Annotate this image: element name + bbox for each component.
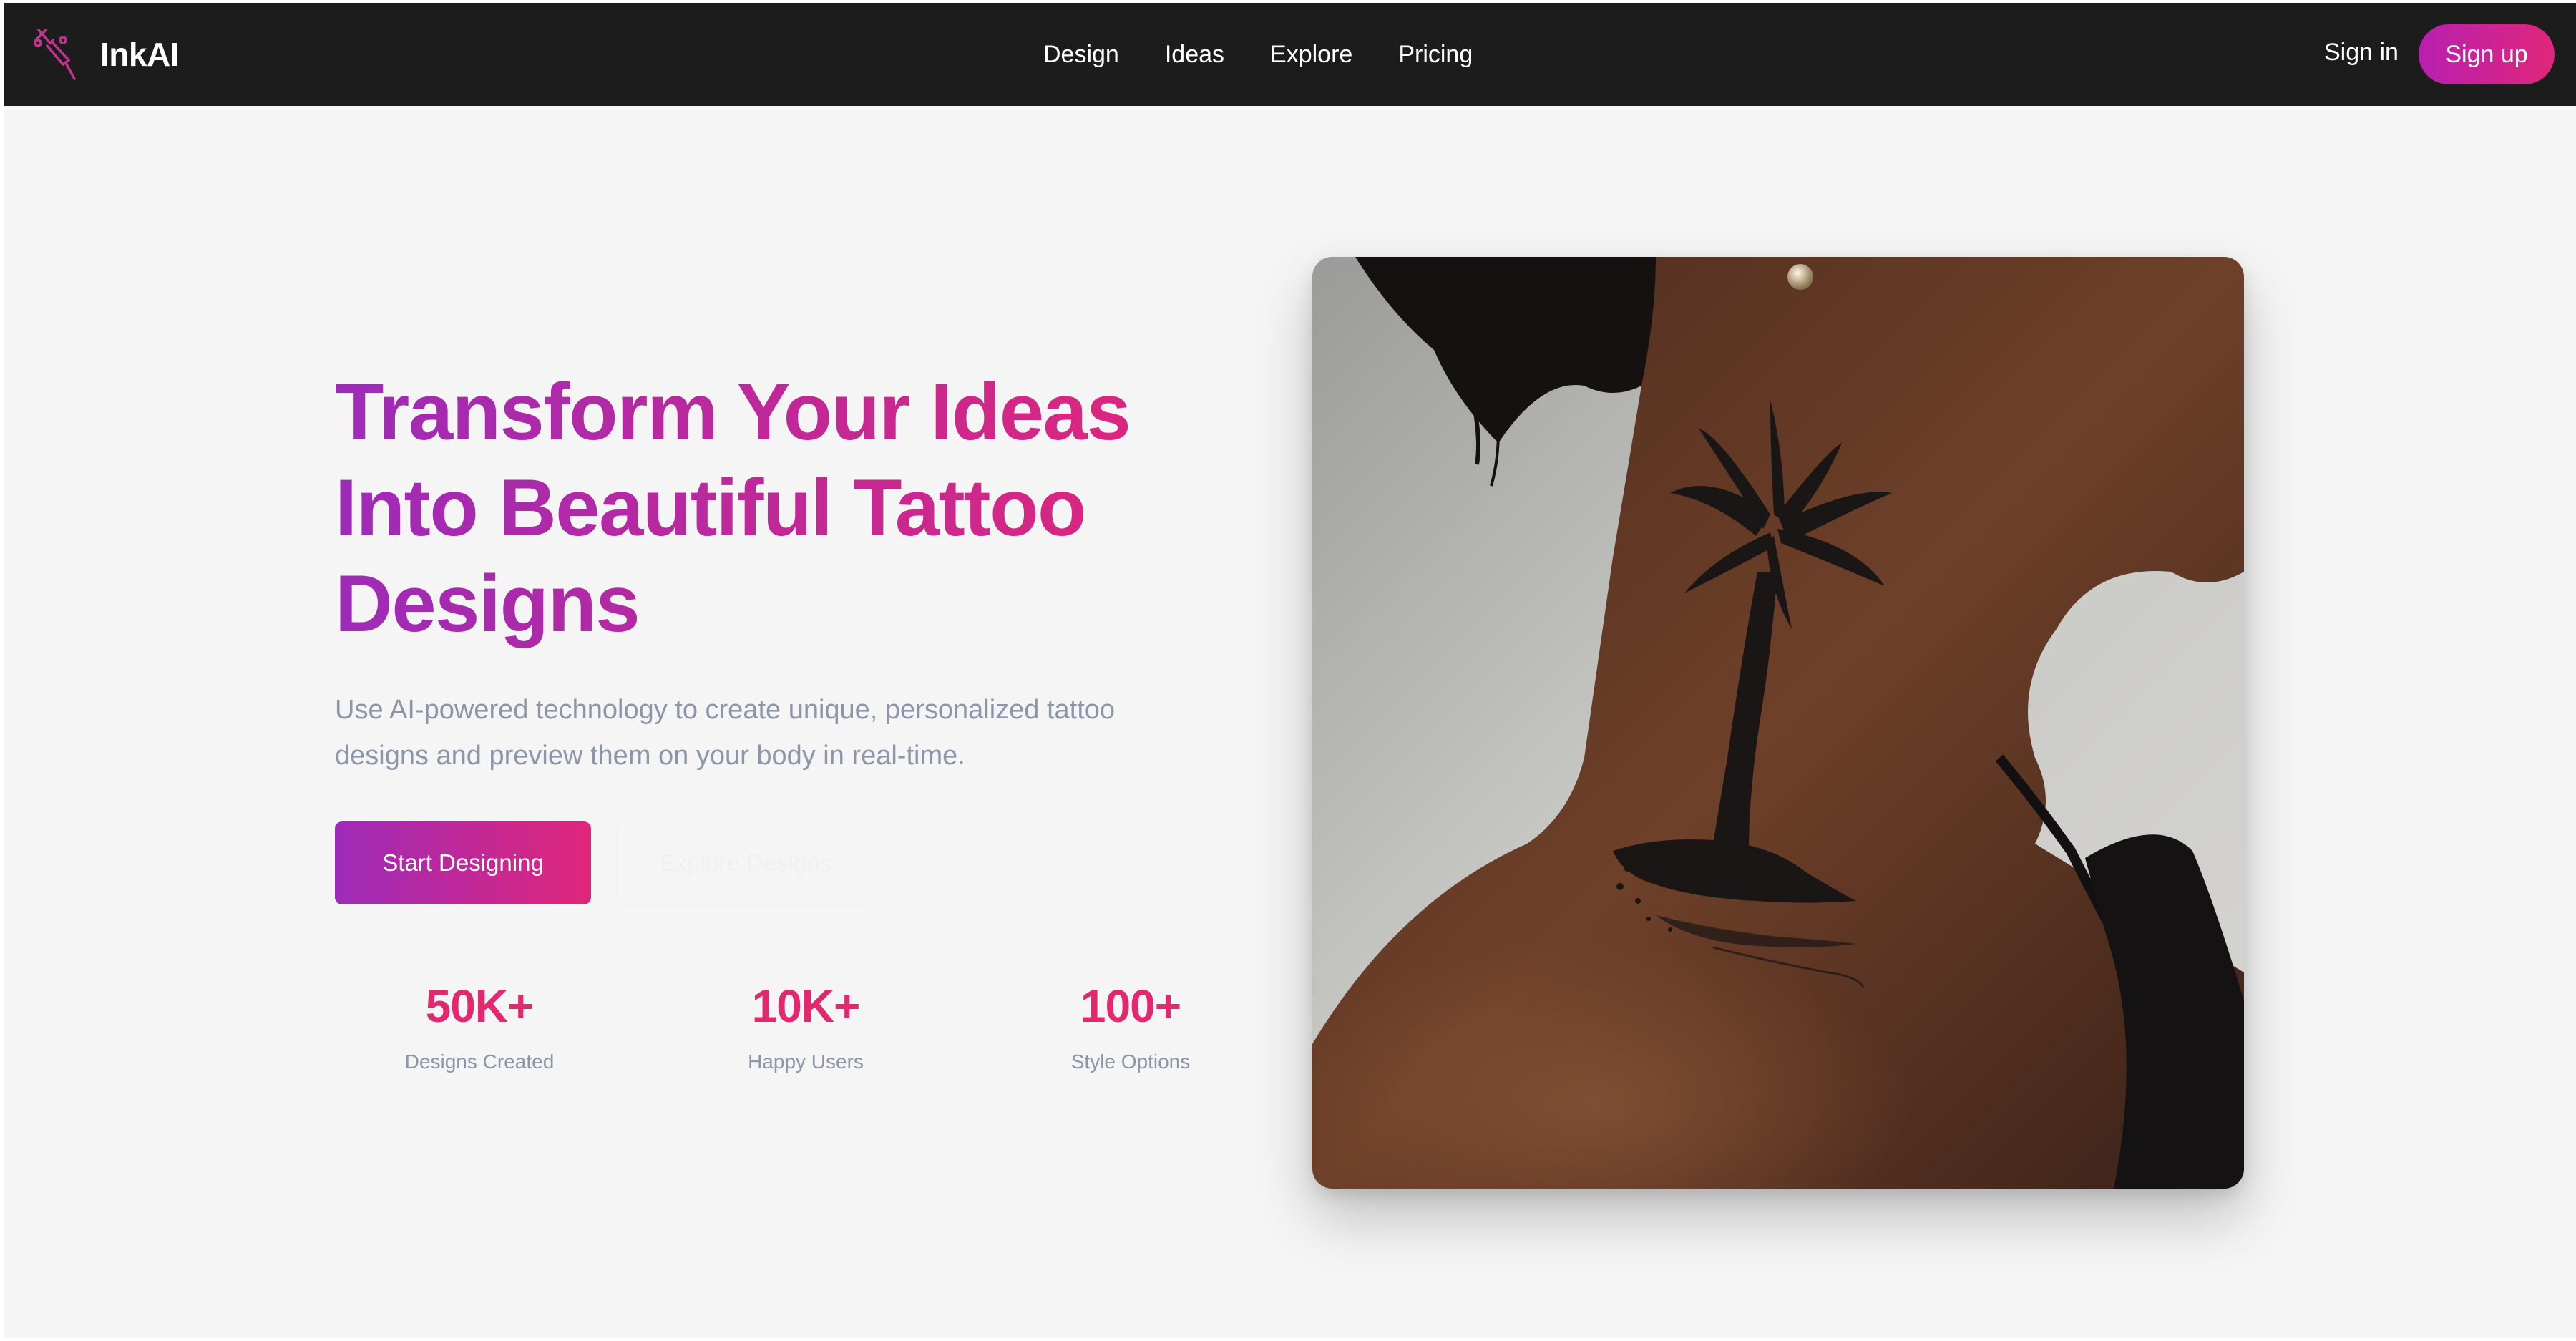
brand-name: InkAI	[100, 36, 179, 73]
sign-up-button[interactable]: Sign up	[2419, 24, 2555, 84]
nav-link-pricing[interactable]: Pricing	[1398, 41, 1473, 69]
explore-designs-button[interactable]: Explore Designs	[617, 821, 874, 904]
start-designing-button[interactable]: Start Designing	[335, 821, 591, 904]
stat-style-options: 100+ Style Options	[1016, 977, 1245, 1073]
hero-title-line-3: Designs	[335, 559, 640, 648]
top-navbar: InkAI Design Ideas Explore Pricing Sign …	[4, 3, 2576, 106]
hero-title: Transform Your Ideas Into Beautiful Tatt…	[335, 364, 1194, 652]
stat-value: 50K+	[425, 980, 535, 1032]
nav-link-explore[interactable]: Explore	[1270, 41, 1352, 69]
stat-value: 100+	[1080, 980, 1181, 1032]
stat-designs-created: 50K+ Designs Created	[365, 977, 594, 1073]
hero-tattoo-photo	[1312, 257, 2244, 1189]
tattoo-machine-icon	[34, 29, 76, 80]
hero-title-line-2: Into Beautiful Tattoo	[335, 463, 1085, 552]
nav-link-ideas[interactable]: Ideas	[1165, 41, 1224, 69]
hero-title-line-1: Transform Your Ideas	[335, 367, 1131, 457]
main-nav: Design Ideas Explore Pricing	[1043, 3, 1518, 106]
sign-in-link[interactable]: Sign in	[2324, 39, 2399, 67]
hero-subtitle-line-1: Use AI-powered technology to create uniq…	[335, 695, 1116, 725]
brand-logo[interactable]: InkAI	[31, 24, 179, 84]
page: InkAI Design Ideas Explore Pricing Sign …	[4, 3, 2576, 1338]
stat-value: 10K+	[751, 980, 861, 1032]
stat-label: Designs Created	[404, 1050, 555, 1073]
stat-label: Style Options	[1070, 1050, 1191, 1073]
nav-link-design[interactable]: Design	[1043, 41, 1119, 69]
stat-label: Happy Users	[748, 1050, 864, 1073]
hero-subtitle-line-2: designs and preview them on your body in…	[335, 741, 965, 771]
hero-subtitle: Use AI-powered technology to create uniq…	[335, 687, 1194, 779]
stat-happy-users: 10K+ Happy Users	[691, 977, 920, 1073]
tattoo-neck-illustration	[1312, 257, 2244, 1189]
